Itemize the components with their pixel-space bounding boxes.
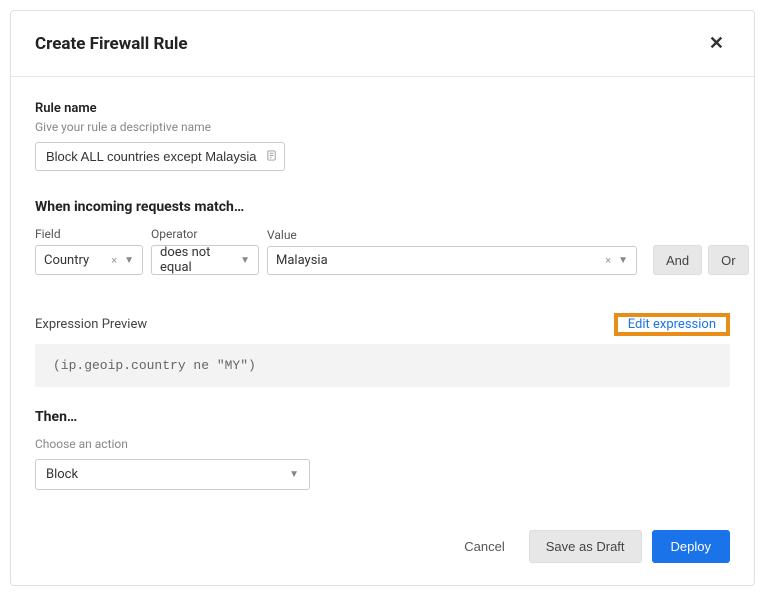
operator-column: Operator does not equal ▼	[151, 227, 259, 275]
field-value: Country	[44, 253, 89, 268]
operator-value: does not equal	[160, 245, 234, 275]
operator-label: Operator	[151, 227, 259, 241]
value-text: Malaysia	[276, 253, 328, 268]
match-heading: When incoming requests match…	[35, 199, 730, 215]
rule-name-input[interactable]	[35, 142, 285, 171]
rule-name-label: Rule name	[35, 101, 730, 116]
rule-name-desc: Give your rule a descriptive name	[35, 120, 730, 134]
expression-code: (ip.geoip.country ne "MY")	[35, 344, 730, 387]
then-heading: Then…	[35, 409, 730, 425]
cancel-button[interactable]: Cancel	[450, 530, 518, 563]
create-firewall-rule-modal: Create Firewall Rule ✕ Rule name Give yo…	[10, 10, 755, 586]
chevron-down-icon: ▼	[618, 255, 628, 266]
field-label: Field	[35, 227, 143, 241]
edit-expression-highlight: Edit expression	[614, 313, 730, 336]
field-column: Field Country × ▼	[35, 227, 143, 275]
modal-footer: Cancel Save as Draft Deploy	[11, 514, 754, 585]
modal-header: Create Firewall Rule ✕	[11, 11, 754, 77]
close-button[interactable]: ✕	[703, 29, 730, 58]
expression-section: Expression Preview Edit expression (ip.g…	[35, 313, 730, 387]
chevron-down-icon: ▼	[124, 255, 134, 266]
logic-buttons: And Or	[653, 245, 749, 275]
match-row: Field Country × ▼ Operator does not equa…	[35, 227, 730, 275]
operator-select[interactable]: does not equal ▼	[151, 245, 259, 275]
expression-preview-label: Expression Preview	[35, 317, 147, 332]
action-value: Block	[46, 467, 78, 482]
close-icon: ✕	[709, 33, 724, 53]
modal-title: Create Firewall Rule	[35, 34, 188, 54]
or-button[interactable]: Or	[708, 245, 748, 275]
clear-field-icon[interactable]: ×	[111, 254, 117, 267]
edit-expression-link[interactable]: Edit expression	[618, 311, 726, 338]
expression-header: Expression Preview Edit expression	[35, 313, 730, 336]
value-label: Value	[267, 228, 637, 242]
and-button[interactable]: And	[653, 245, 702, 275]
value-column: Value Malaysia × ▼	[267, 228, 637, 275]
input-note-icon	[266, 150, 277, 164]
action-select[interactable]: Block ▼	[35, 459, 310, 490]
then-desc: Choose an action	[35, 437, 730, 451]
then-section: Then… Choose an action Block ▼	[35, 409, 730, 490]
clear-value-icon[interactable]: ×	[605, 254, 611, 267]
save-draft-button[interactable]: Save as Draft	[529, 530, 642, 563]
field-select[interactable]: Country × ▼	[35, 245, 143, 275]
chevron-down-icon: ▼	[289, 469, 299, 480]
value-select[interactable]: Malaysia × ▼	[267, 246, 637, 275]
chevron-down-icon: ▼	[240, 255, 250, 266]
modal-body: Rule name Give your rule a descriptive n…	[11, 77, 754, 514]
deploy-button[interactable]: Deploy	[652, 530, 730, 563]
rule-name-input-wrapper	[35, 142, 285, 171]
